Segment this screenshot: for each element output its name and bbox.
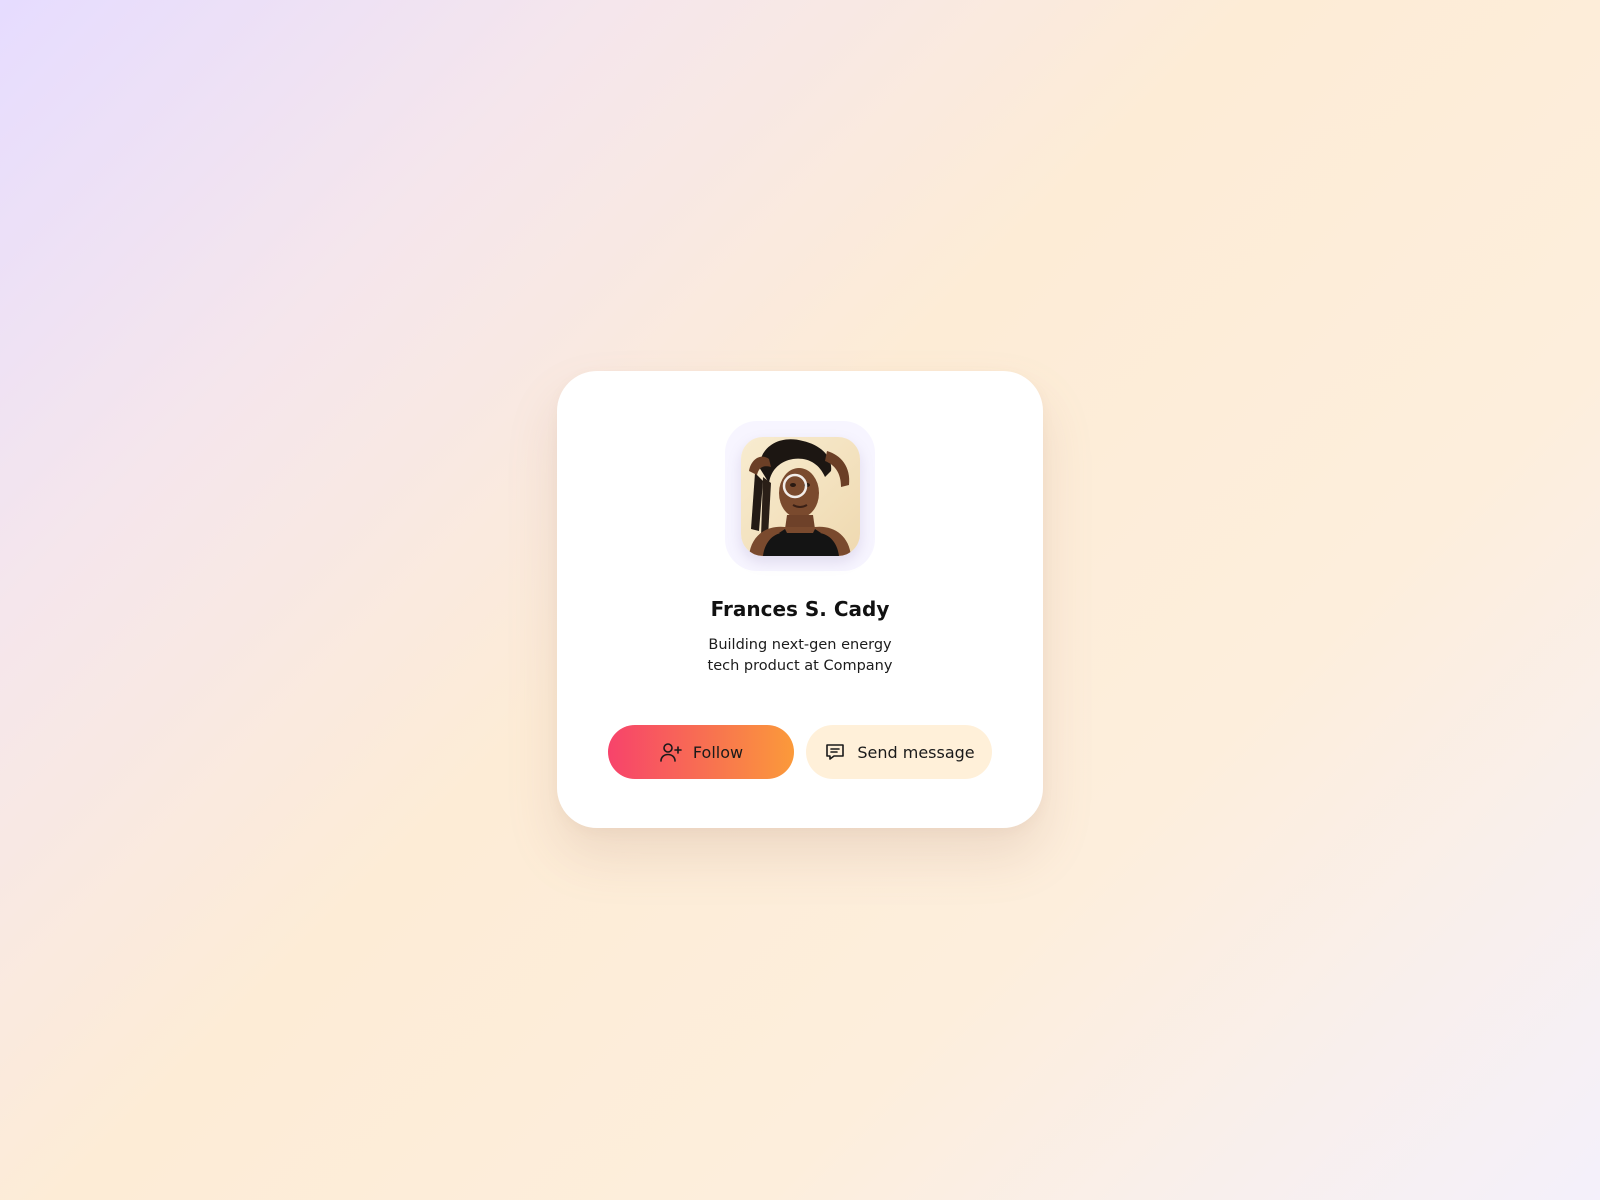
follow-button[interactable]: Follow <box>608 725 794 779</box>
bio-line: tech product at Company <box>707 658 893 674</box>
user-plus-icon <box>659 740 683 764</box>
send-message-button-label: Send message <box>857 742 975 762</box>
avatar-photo <box>741 437 860 556</box>
send-message-button[interactable]: Send message <box>806 725 992 779</box>
profile-bio: Building next-gen energy tech product at… <box>557 635 1043 677</box>
profile-card: Frances S. Cady Building next-gen energy… <box>557 371 1043 828</box>
avatar[interactable] <box>741 437 860 556</box>
message-icon <box>823 740 847 764</box>
follow-button-label: Follow <box>692 742 744 762</box>
avatar-frame <box>725 421 875 571</box>
bio-line: Building next-gen energy <box>708 637 892 653</box>
profile-name: Frances S. Cady <box>710 597 890 621</box>
